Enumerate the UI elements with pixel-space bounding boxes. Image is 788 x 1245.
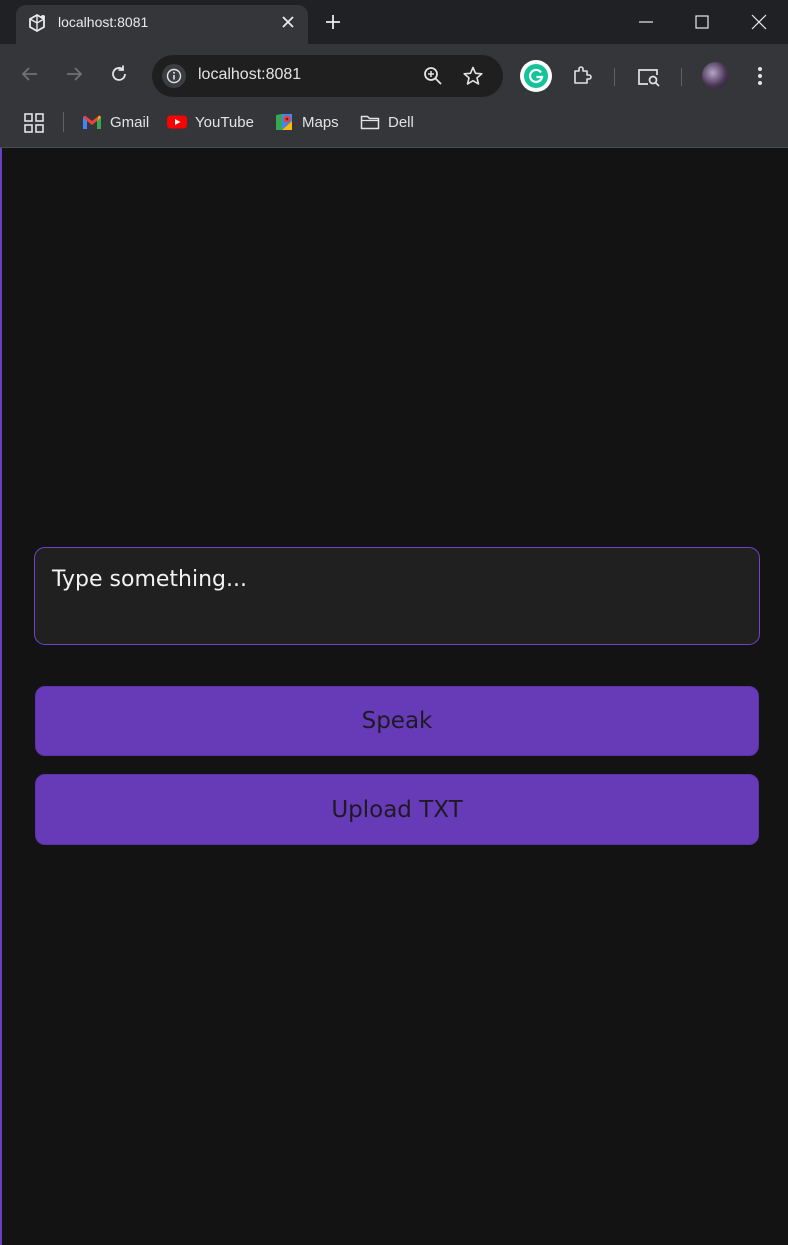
extensions-icon[interactable] [570,64,594,88]
bookmarks-bar: Gmail YouTube Maps Dell [0,106,788,148]
folder-icon [360,115,380,130]
search-tab-icon[interactable] [636,65,662,89]
cube-favicon-icon [29,13,45,33]
forward-arrow-icon[interactable] [63,63,85,85]
youtube-icon [167,115,187,129]
back-arrow-icon[interactable] [19,63,41,85]
upload-txt-button[interactable]: Upload TXT [35,774,759,845]
toolbar-divider [681,68,682,86]
browser-toolbar: localhost:8081 [0,44,788,106]
tab-close-icon[interactable] [278,12,298,32]
bookmark-label: Gmail [110,113,150,131]
site-info-icon[interactable] [162,64,186,88]
star-icon[interactable] [462,65,484,87]
maximize-icon[interactable] [692,12,712,32]
zoom-icon[interactable] [422,65,444,87]
bookmark-label: Dell [388,113,414,131]
bookmark-label: Maps [302,113,339,131]
bookmark-gmail[interactable]: Gmail [82,112,149,132]
minimize-icon[interactable] [636,12,656,32]
page-content: Speak Upload TXT [0,148,788,1245]
avatar[interactable] [702,62,729,89]
new-tab-icon[interactable] [322,11,344,33]
address-bar[interactable]: localhost:8081 [152,55,503,97]
bookmark-label: YouTube [195,113,254,131]
address-url[interactable]: localhost:8081 [198,66,301,84]
text-input[interactable] [34,547,760,645]
browser-titlebar: localhost:8081 [0,0,788,44]
speak-button[interactable]: Speak [35,686,759,756]
tab-title: localhost:8081 [58,14,149,30]
reload-icon[interactable] [108,63,130,85]
grammarly-icon[interactable] [520,60,552,92]
apps-grid-icon[interactable] [23,112,45,134]
maps-icon [276,114,292,130]
bookmark-maps[interactable]: Maps [274,112,339,132]
gmail-icon [83,115,101,129]
window-close-icon[interactable] [749,12,769,32]
bookmark-folder-dell[interactable]: Dell [360,112,414,132]
toolbar-divider [614,68,615,86]
more-menu-icon[interactable] [750,64,770,88]
bookmark-youtube[interactable]: YouTube [167,112,254,132]
browser-tab[interactable]: localhost:8081 [16,5,308,44]
bookmarks-divider [63,112,64,132]
